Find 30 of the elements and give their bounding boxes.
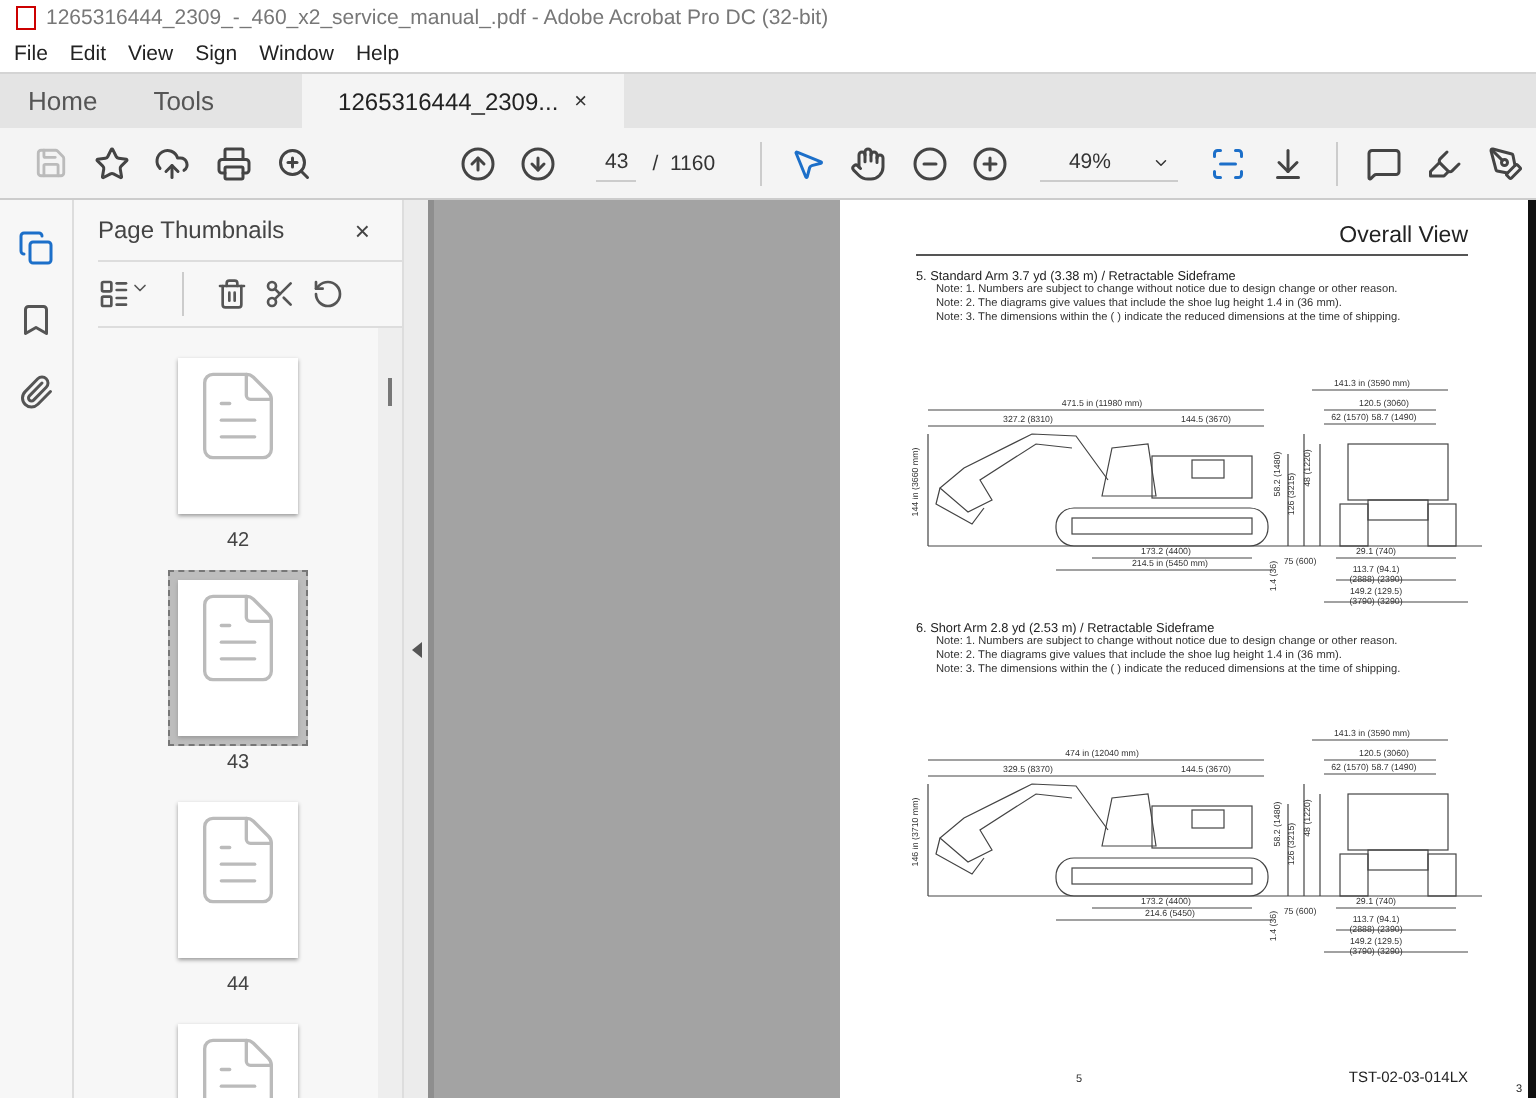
- page-number-field[interactable]: 43: [596, 144, 637, 182]
- page-number-label: 43: [226, 752, 250, 774]
- page-number-label: 42: [226, 530, 250, 552]
- page-thumbnail[interactable]: [168, 570, 308, 746]
- scrollbar-thumb[interactable]: [388, 378, 392, 406]
- window-title: 1265316444_2309_-_460_x2_service_manual_.pdf - Adobe Acrobat Pro DC (32-bit): [46, 6, 829, 30]
- menu-item[interactable]: View: [128, 42, 174, 66]
- options-list-icon[interactable]: [98, 278, 150, 310]
- page-number-label: 44: [226, 974, 250, 996]
- panel-title: Page Thumbnails: [98, 216, 285, 244]
- close-panel-button[interactable]: ×: [354, 215, 370, 245]
- menu-item[interactable]: Sign: [195, 42, 238, 66]
- pdf-file-icon: [16, 6, 36, 30]
- scissors-icon[interactable]: [264, 278, 296, 310]
- menu-item[interactable]: Window: [259, 42, 334, 66]
- menu-item[interactable]: Help: [355, 42, 400, 66]
- bookmark-icon[interactable]: [18, 302, 54, 338]
- page-title: Overall View: [1339, 224, 1468, 252]
- trash-icon[interactable]: [216, 278, 248, 310]
- zoom-field[interactable]: 49%: [1040, 144, 1178, 182]
- paperclip-icon[interactable]: [18, 374, 54, 410]
- menu-item[interactable]: File: [14, 42, 48, 66]
- pages-icon[interactable]: [18, 230, 54, 266]
- menu-item[interactable]: Edit: [69, 42, 107, 66]
- close-tab-button[interactable]: ×: [574, 89, 588, 113]
- tab[interactable]: Home: [0, 74, 126, 128]
- page-total: / 1160: [652, 151, 716, 175]
- rotate-icon[interactable]: [312, 278, 344, 310]
- tab[interactable]: Tools: [125, 74, 243, 128]
- tab[interactable]: 1265316444_2309... ×: [302, 74, 624, 128]
